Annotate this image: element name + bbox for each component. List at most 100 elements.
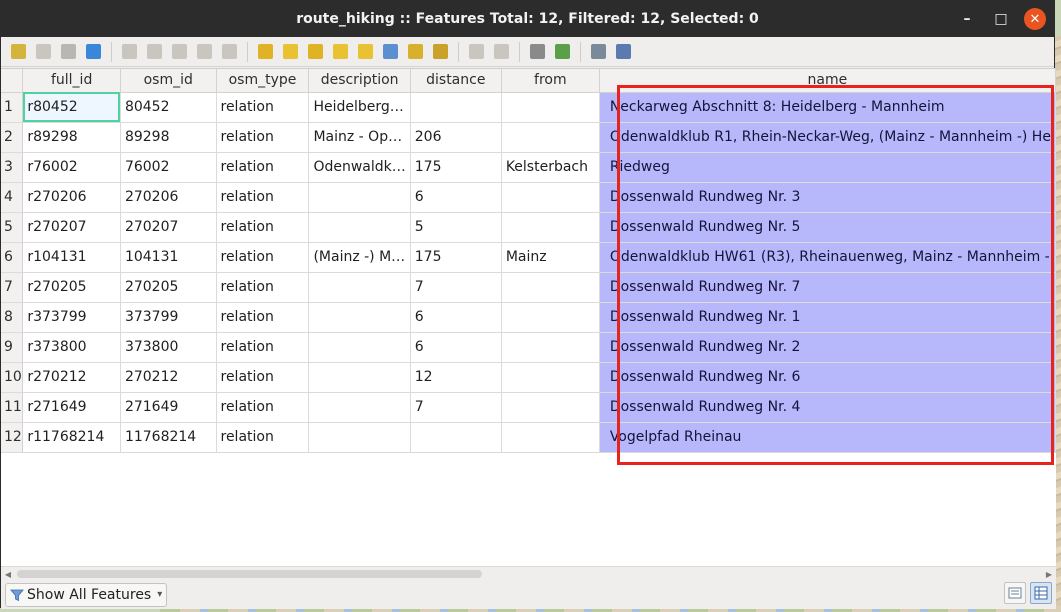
save-edits-button[interactable] <box>57 40 80 63</box>
table-row[interactable]: 1 r80452 80452 relation Heidelberg… Neckarweg… <box>1 92 1056 123</box>
close-icon[interactable]: ✕ <box>1024 8 1046 30</box>
cell-description[interactable] <box>308 362 411 393</box>
cell-full-id[interactable]: r270207 <box>22 212 121 243</box>
cell-from[interactable]: Mainz <box>501 242 600 273</box>
new-field-button[interactable] <box>465 40 488 63</box>
actions-button[interactable] <box>612 40 635 63</box>
cell-from[interactable] <box>501 302 600 333</box>
cell-full-id[interactable]: r373799 <box>22 302 121 333</box>
cell-full-id[interactable]: r11768214 <box>22 422 121 453</box>
cell-from[interactable] <box>501 362 600 393</box>
cell-from[interactable] <box>501 212 600 243</box>
cell-full-id[interactable]: r270212 <box>22 362 121 393</box>
cell-description[interactable] <box>308 212 411 243</box>
cut-button[interactable] <box>168 40 191 63</box>
show-all-features-button[interactable]: Show All Features ▾ <box>5 582 168 607</box>
table-row[interactable]: 10 r270212 270212 relation 12 Dossenwald Rund… <box>1 362 1056 393</box>
row-number[interactable]: 5 <box>1 212 24 243</box>
window-titlebar[interactable]: route_hiking :: Features Total: 12, Filt… <box>1 1 1054 37</box>
cell-description[interactable] <box>308 182 411 213</box>
copy-button[interactable] <box>193 40 216 63</box>
cell-osm-type[interactable]: relation <box>216 272 310 303</box>
table-row[interactable]: 12 r11768214 11768214 relation Vogelpfad Rhe… <box>1 422 1056 453</box>
column-header-from[interactable]: from <box>501 69 600 93</box>
cell-full-id[interactable]: r270205 <box>22 272 121 303</box>
cell-from[interactable] <box>501 122 600 153</box>
cell-osm-id[interactable]: 271649 <box>120 392 217 423</box>
cell-osm-id[interactable]: 373799 <box>120 302 217 333</box>
select-by-expression-button[interactable] <box>254 40 277 63</box>
invert-selection-button[interactable] <box>304 40 327 63</box>
attribute-grid[interactable]: full_id osm_id osm_type description distance… <box>1 68 1056 566</box>
table-row[interactable]: 2 r89298 89298 relation Mainz - Op… 206 Odenwa… <box>1 122 1056 153</box>
cell-full-id[interactable]: r76002 <box>22 152 121 183</box>
cell-osm-id[interactable]: 270207 <box>120 212 217 243</box>
cell-name[interactable]: Dossenwald Rundweg Nr. 6 <box>599 362 1056 393</box>
cell-name[interactable]: Dossenwald Rundweg Nr. 5 <box>599 212 1056 243</box>
cell-osm-id[interactable]: 80452 <box>120 92 217 123</box>
cell-osm-id[interactable]: 76002 <box>120 152 217 183</box>
maximize-icon[interactable]: □ <box>986 4 1016 34</box>
cell-from[interactable]: Kelsterbach <box>501 152 600 183</box>
cell-description[interactable]: Mainz - Op… <box>308 122 411 153</box>
cell-distance[interactable]: 6 <box>410 302 502 333</box>
multi-edit-button[interactable] <box>32 40 55 63</box>
cell-description[interactable] <box>308 392 411 423</box>
cell-distance[interactable]: 7 <box>410 392 502 423</box>
row-number[interactable]: 12 <box>1 422 24 453</box>
cell-full-id[interactable]: r104131 <box>22 242 121 273</box>
cell-description[interactable] <box>308 422 411 453</box>
cell-full-id[interactable]: r373800 <box>22 332 121 363</box>
column-header-full-id[interactable]: full_id <box>22 69 121 93</box>
cell-name[interactable]: Riedweg <box>599 152 1056 183</box>
dock-table-button[interactable] <box>587 40 610 63</box>
cell-description[interactable] <box>308 272 411 303</box>
form-view-button[interactable] <box>1004 582 1026 604</box>
cell-osm-type[interactable]: relation <box>216 92 310 123</box>
table-row[interactable]: 7 r270205 270205 relation 7 Dossenwald Rundwe… <box>1 272 1056 303</box>
minimize-icon[interactable]: – <box>952 4 982 34</box>
select-all-button[interactable] <box>279 40 302 63</box>
cell-distance[interactable]: 6 <box>410 182 502 213</box>
scroll-right-icon[interactable]: ▶ <box>1042 567 1056 581</box>
table-row[interactable]: 3 r76002 76002 relation Odenwaldk… 175 Kelster… <box>1 152 1056 183</box>
cell-osm-type[interactable]: relation <box>216 122 310 153</box>
cell-description[interactable]: (Mainz -) M… <box>308 242 411 273</box>
cell-description[interactable]: Odenwaldk… <box>308 152 411 183</box>
cell-full-id[interactable]: r270206 <box>22 182 121 213</box>
cell-name[interactable]: Neckarweg Abschnitt 8: Heidelberg - Mann… <box>599 92 1056 123</box>
table-row[interactable]: 9 r373800 373800 relation 6 Dossenwald Rundwe… <box>1 332 1056 363</box>
cell-distance[interactable]: 175 <box>410 242 502 273</box>
cell-full-id[interactable]: r89298 <box>22 122 121 153</box>
cell-osm-id[interactable]: 11768214 <box>120 422 217 453</box>
table-row[interactable]: 8 r373799 373799 relation 6 Dossenwald Rundwe… <box>1 302 1056 333</box>
row-number[interactable]: 6 <box>1 242 24 273</box>
cell-description[interactable] <box>308 332 411 363</box>
cell-distance[interactable] <box>410 92 502 123</box>
cell-distance[interactable]: 5 <box>410 212 502 243</box>
cell-name[interactable]: Dossenwald Rundweg Nr. 7 <box>599 272 1056 303</box>
cell-distance[interactable]: 175 <box>410 152 502 183</box>
cell-name[interactable]: Vogelpfad Rheinau <box>599 422 1056 453</box>
cell-distance[interactable]: 6 <box>410 332 502 363</box>
cell-from[interactable] <box>501 332 600 363</box>
cell-description[interactable] <box>308 302 411 333</box>
paste-button[interactable] <box>218 40 241 63</box>
cell-osm-type[interactable]: relation <box>216 332 310 363</box>
cell-full-id[interactable]: r271649 <box>22 392 121 423</box>
scrollbar-thumb[interactable] <box>17 570 482 578</box>
conditional-formatting-button[interactable] <box>551 40 574 63</box>
scroll-left-icon[interactable]: ◀ <box>1 567 15 581</box>
cell-name[interactable]: Dossenwald Rundweg Nr. 2 <box>599 332 1056 363</box>
cell-osm-type[interactable]: relation <box>216 212 310 243</box>
row-number[interactable]: 3 <box>1 152 24 183</box>
cell-description[interactable]: Heidelberg… <box>308 92 411 123</box>
cell-osm-type[interactable]: relation <box>216 182 310 213</box>
column-header-name[interactable]: name <box>599 69 1056 93</box>
table-row[interactable]: 4 r270206 270206 relation 6 Dossenwald Rundwe… <box>1 182 1056 213</box>
zoom-to-selected-button[interactable] <box>429 40 452 63</box>
cell-osm-id[interactable]: 270206 <box>120 182 217 213</box>
cell-name[interactable]: Dossenwald Rundweg Nr. 1 <box>599 302 1056 333</box>
delete-field-button[interactable] <box>490 40 513 63</box>
cell-osm-id[interactable]: 373800 <box>120 332 217 363</box>
